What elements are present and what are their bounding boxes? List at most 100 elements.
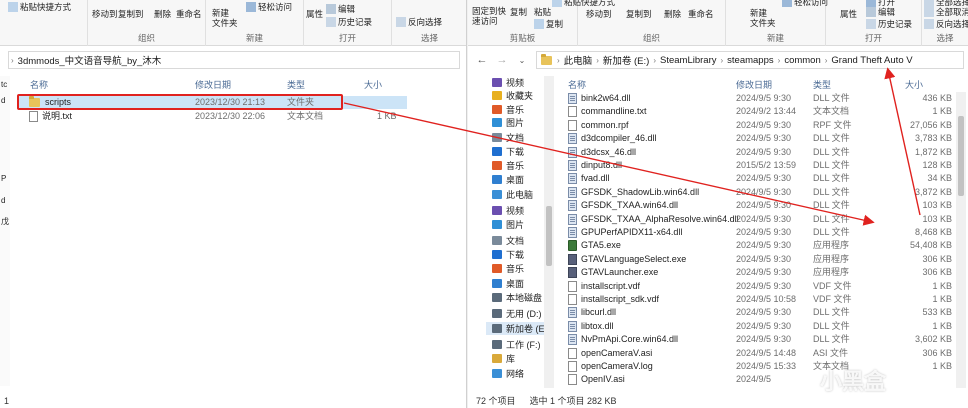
edit-button[interactable]: 编辑 <box>326 3 355 15</box>
column-header-date[interactable]: 修改日期 <box>195 78 231 92</box>
file-row-readme[interactable]: 说明.txt 2023/12/30 22:06 文本文档 1 KB <box>17 110 407 123</box>
file-row[interactable]: NvPmApi.Core.win64.dll 2024/9/5 9:30 DLL 文… <box>558 333 952 346</box>
nav-item[interactable]: 网络 <box>492 367 524 380</box>
properties-button[interactable]: 属性 <box>840 8 857 20</box>
pin-quick-access-button[interactable]: 固定到快 速访问 <box>472 6 506 26</box>
file-row[interactable]: d3dcsx_46.dll 2024/9/5 9:30 DLL 文件 1,872 KB <box>558 146 952 159</box>
breadcrumb-item[interactable]: 3dmmods_中文语音导航_by_沐木 <box>16 53 164 67</box>
file-row[interactable]: openCameraV.asi 2024/9/5 14:48 ASI 文件 306 K… <box>558 347 952 360</box>
file-name: 说明.txt <box>42 111 73 121</box>
paste-button[interactable]: 粘贴 <box>534 6 551 18</box>
column-header-type[interactable]: 类型 <box>813 78 831 92</box>
nav-item[interactable]: 库 <box>492 352 515 365</box>
nav-item[interactable]: 工作 (F:) <box>492 338 541 351</box>
file-row[interactable]: libtox.dll 2024/9/5 9:30 DLL 文件 1 KB <box>558 320 952 333</box>
nav-item[interactable]: 音乐 <box>492 103 524 116</box>
nav-item[interactable]: 图片 <box>492 116 524 129</box>
delete-button[interactable]: 删除 <box>154 8 171 20</box>
column-header-date[interactable]: 修改日期 <box>736 78 772 92</box>
computer-icon <box>492 190 502 199</box>
back-arrow-icon[interactable]: ← <box>474 52 490 68</box>
column-header-name[interactable]: 名称 <box>30 78 48 92</box>
music-icon <box>492 161 502 170</box>
paste-small-button[interactable]: 复制 <box>534 18 563 30</box>
edit-button[interactable]: 编辑 <box>866 6 895 18</box>
new-folder-button[interactable]: 新建 文件夹 <box>212 8 238 28</box>
copy-to-button[interactable]: 复制到 <box>118 8 144 20</box>
nav-item[interactable]: 桌面 <box>492 173 524 186</box>
rename-button[interactable]: 重命名 <box>176 8 202 20</box>
nav-item[interactable]: 文档 <box>492 131 524 144</box>
new-folder-button[interactable]: 新建 文件夹 <box>750 8 776 28</box>
file-row[interactable]: GPUPerfAPIDX11-x64.dll 2024/9/5 9:30 DLL 文… <box>558 226 952 239</box>
properties-button[interactable]: 属性 <box>306 8 323 20</box>
file-row[interactable]: dinput8.dll 2015/5/2 13:59 DLL 文件 128 KB <box>558 159 952 172</box>
file-row[interactable]: installscript_sdk.vdf 2024/9/5 10:58 VDF 文… <box>558 293 952 306</box>
easy-access-button[interactable]: 轻松访问 <box>246 1 292 13</box>
nav-item-label: 无用 (D:) <box>506 309 542 319</box>
nav-item[interactable]: 音乐 <box>492 159 524 172</box>
file-row[interactable]: GTA5.exe 2024/9/5 9:30 应用程序 54,408 KB <box>558 239 952 252</box>
file-row[interactable]: openCameraV.log 2024/9/5 15:33 文本文档 1 KB <box>558 360 952 373</box>
nav-item[interactable]: 收藏夹 <box>492 89 533 102</box>
invert-selection-button[interactable]: 反向选择 <box>396 16 442 28</box>
file-row[interactable]: installscript.vdf 2024/9/5 9:30 VDF 文件 1 KB <box>558 280 952 293</box>
column-header-type[interactable]: 类型 <box>287 78 305 92</box>
file-row[interactable]: GFSDK_TXAA.win64.dll 2024/9/5 9:30 DLL 文件 1… <box>558 199 952 212</box>
file-row[interactable]: commandline.txt 2024/9/2 13:44 文本文档 1 KB <box>558 105 952 118</box>
breadcrumb-drive-e[interactable]: 新加卷 (E:) <box>601 53 651 67</box>
history-button[interactable]: 历史记录 <box>326 16 372 28</box>
forward-arrow-icon[interactable]: → <box>494 52 510 68</box>
file-list-scrollbar[interactable] <box>956 92 966 388</box>
breadcrumb-this-pc[interactable]: 此电脑 <box>562 53 595 67</box>
file-row[interactable]: GTAVLanguageSelect.exe 2024/9/5 9:30 应用程序 3… <box>558 253 952 266</box>
invert-selection-button[interactable]: 反向选择 <box>924 18 968 30</box>
breadcrumb-common[interactable]: common <box>782 55 822 66</box>
file-row[interactable]: GFSDK_ShadowLib.win64.dll 2024/9/5 9:30 DL… <box>558 186 952 199</box>
delete-button[interactable]: 删除 <box>664 8 681 20</box>
nav-pane-scroll-thumb[interactable] <box>546 206 552 266</box>
rename-button[interactable]: 重命名 <box>688 8 714 20</box>
recent-chevron-icon[interactable]: ⌄ <box>514 52 530 68</box>
breadcrumb-steamlibrary[interactable]: SteamLibrary <box>658 55 719 66</box>
file-row[interactable]: libcurl.dll 2024/9/5 9:30 DLL 文件 533 KB <box>558 306 952 319</box>
select-none-button[interactable]: 全部取消 <box>924 6 968 18</box>
column-header-size[interactable]: 大小 <box>364 78 382 92</box>
invert-selection-icon <box>924 19 934 29</box>
nav-item[interactable]: 此电脑 <box>492 188 533 201</box>
file-row[interactable]: GFSDK_TXAA_AlphaResolve.win64.dll 2024/9/… <box>558 213 952 226</box>
nav-item[interactable]: 文档 <box>492 234 524 247</box>
breadcrumb-steamapps[interactable]: steamapps <box>725 55 775 66</box>
right-address-bar[interactable]: › 此电脑 › 新加卷 (E:) › SteamLibrary › steama… <box>536 51 964 69</box>
history-button[interactable]: 历史记录 <box>866 18 912 30</box>
file-row[interactable]: fvad.dll 2024/9/5 9:30 DLL 文件 34 KB <box>558 172 952 185</box>
copy-button[interactable]: 复制 <box>510 6 527 18</box>
nav-item-label: 图片 <box>506 220 525 230</box>
nav-item[interactable]: 图片 <box>492 218 524 231</box>
column-header-size[interactable]: 大小 <box>905 78 923 92</box>
move-to-button[interactable]: 移动到 <box>586 8 612 20</box>
nav-item-label: 文档 <box>506 236 525 246</box>
file-row[interactable]: bink2w64.dll 2024/9/5 9:30 DLL 文件 436 KB <box>558 92 952 105</box>
file-type: DLL 文件 <box>813 307 850 318</box>
nav-item[interactable]: 桌面 <box>492 277 524 290</box>
left-address-bar[interactable]: › 3dmmods_中文语音导航_by_沐木 <box>8 51 460 69</box>
nav-item[interactable]: 无用 (D:) <box>492 307 542 320</box>
copy-to-button[interactable]: 复制到 <box>626 8 652 20</box>
nav-item[interactable]: 音乐 <box>492 262 524 275</box>
nav-item[interactable]: 下载 <box>492 145 524 158</box>
nav-item[interactable]: 视频 <box>492 76 524 89</box>
easy-access-button[interactable]: 轻松访问 <box>782 0 828 8</box>
column-header-name[interactable]: 名称 <box>568 78 586 92</box>
file-list-scroll-thumb[interactable] <box>958 116 964 196</box>
nav-item[interactable]: 下载 <box>492 248 524 261</box>
file-row[interactable]: d3dcompiler_46.dll 2024/9/5 9:30 DLL 文件 3,7… <box>558 132 952 145</box>
breadcrumb-gta5[interactable]: Grand Theft Auto V <box>829 55 914 66</box>
nav-item[interactable]: 视频 <box>492 204 524 217</box>
move-to-button[interactable]: 移动到 <box>92 8 118 20</box>
nav-item[interactable]: 新加卷 (E:) <box>486 322 550 335</box>
file-row[interactable]: common.rpf 2024/9/5 9:30 RPF 文件 27,056 KB <box>558 119 952 132</box>
file-row[interactable]: GTAVLauncher.exe 2024/9/5 9:30 应用程序 306 KB <box>558 266 952 279</box>
file-row[interactable]: OpenIV.asi 2024/9/5 <box>558 373 952 386</box>
nav-pane-scrollbar[interactable] <box>544 76 554 388</box>
